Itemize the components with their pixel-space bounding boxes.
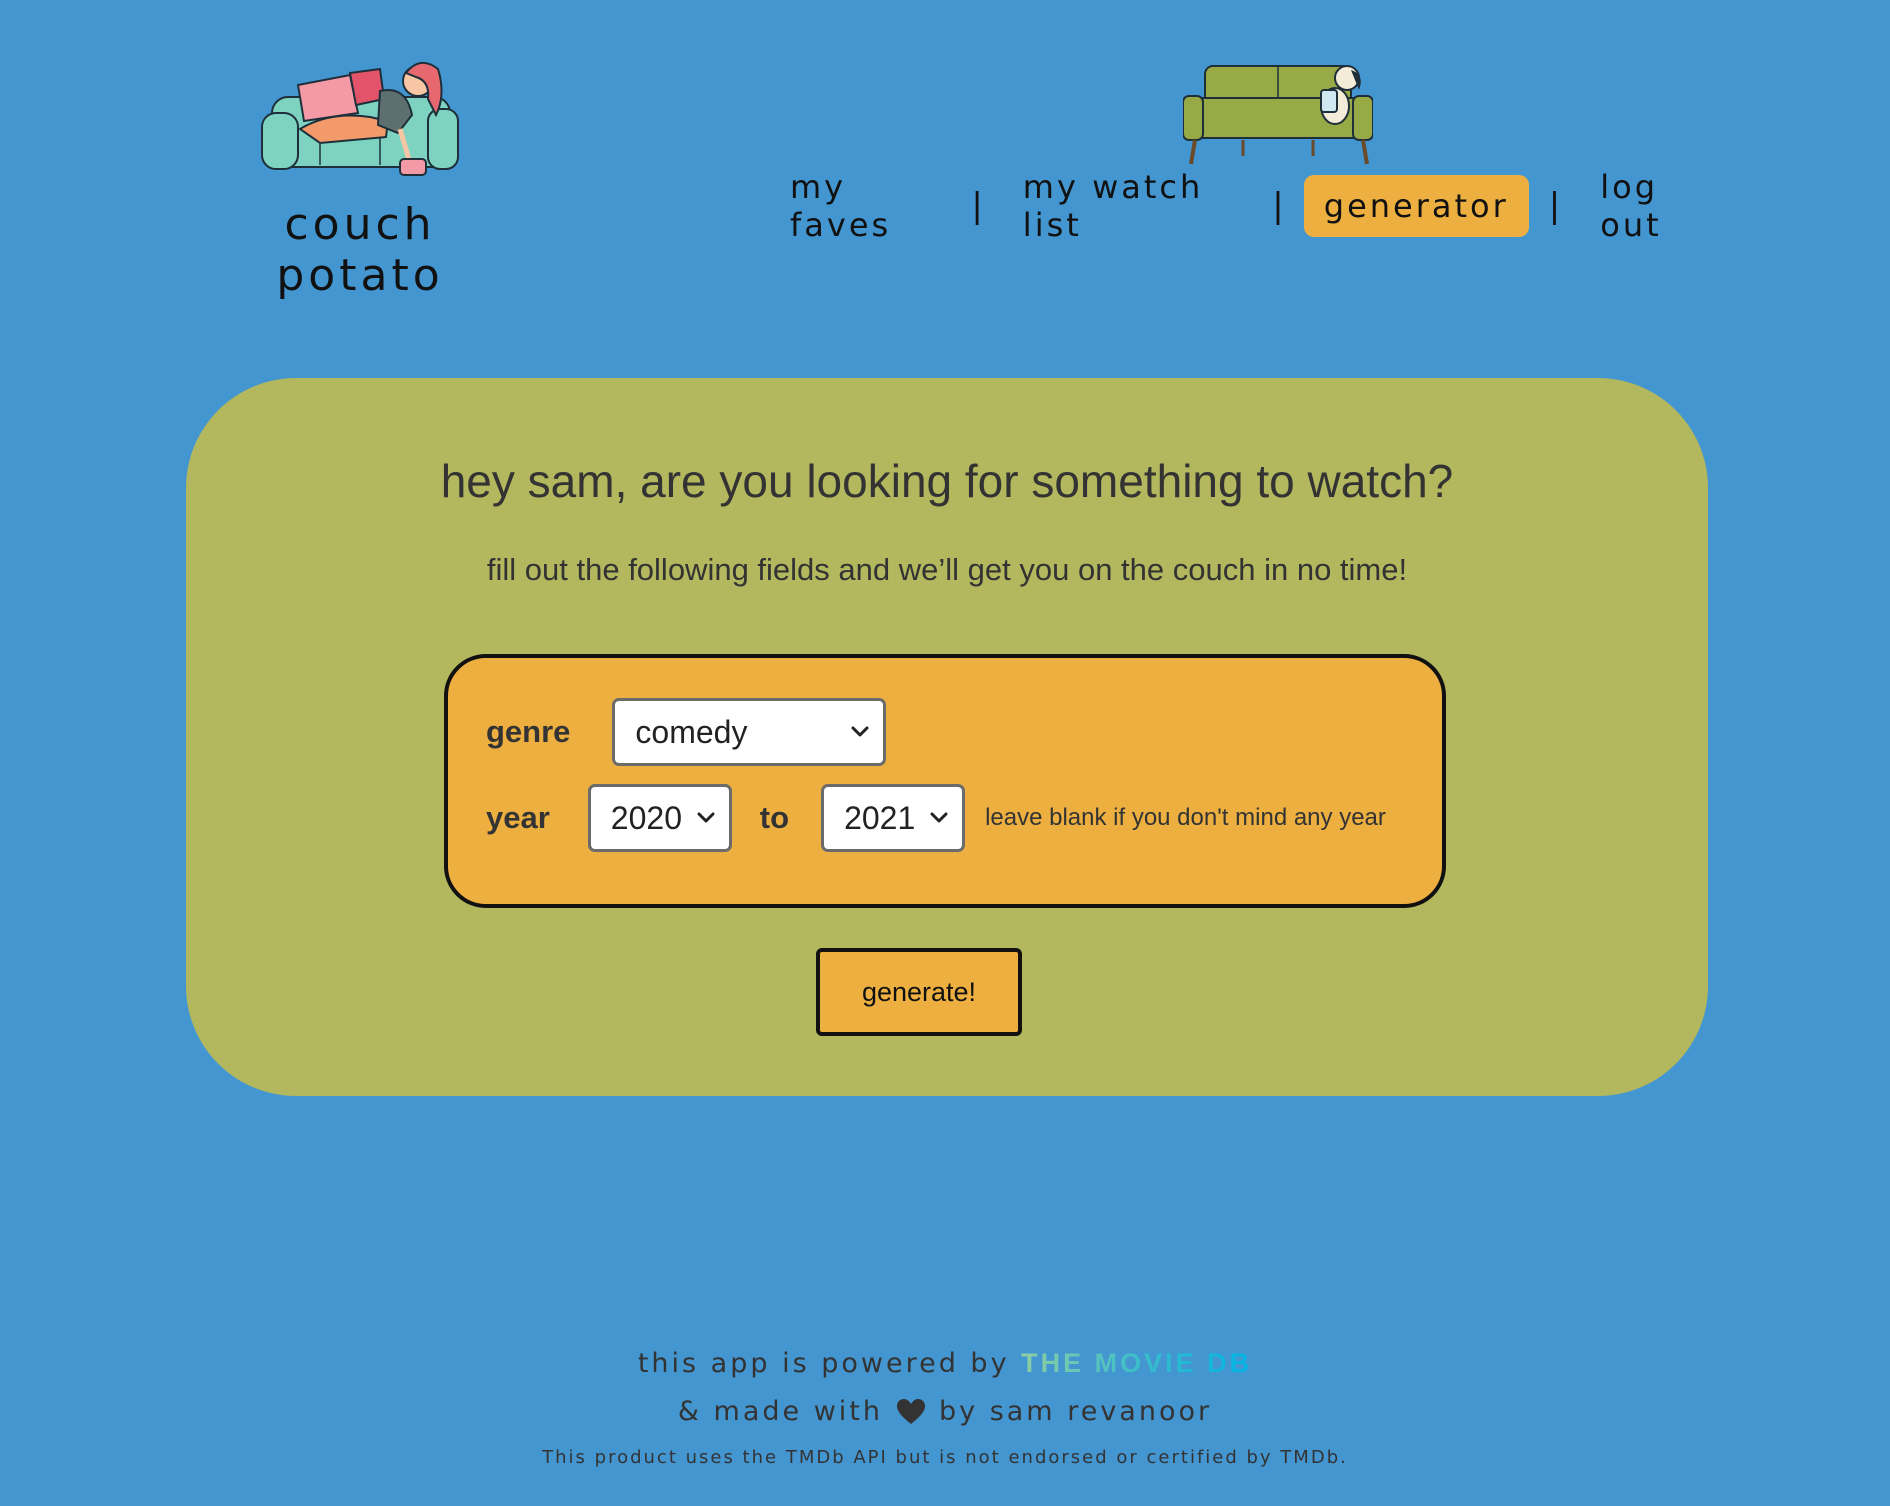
year-to-value: 2021 [844, 799, 916, 836]
main-nav: my faves | my watch list | generator | l… [770, 168, 1730, 244]
year-from-value: 2020 [610, 799, 682, 836]
genre-label: genre [486, 714, 571, 749]
page-subtitle: fill out the following fields and we’ll … [486, 552, 1408, 587]
nav-generator[interactable]: generator [1303, 175, 1529, 237]
brand[interactable]: couch potato [200, 55, 520, 301]
year-hint: leave blank if you don't mind any year [985, 804, 1386, 831]
made-with-text: & made with [677, 1396, 883, 1427]
year-label: year [486, 800, 550, 835]
nav-separator: | [1548, 186, 1561, 226]
footer-disclaimer: This product uses the TMDb API but is no… [542, 1447, 1348, 1468]
genre-select-value: comedy [635, 713, 748, 750]
powered-by-text: this app is powered by [637, 1348, 1010, 1379]
page-title: hey sam, are you looking for something t… [440, 455, 1454, 507]
year-from-select[interactable]: 2020 [587, 784, 732, 852]
chevron-down-icon [930, 812, 948, 823]
generator-card: hey sam, are you looking for something t… [186, 378, 1708, 1096]
footer-powered-by: this app is powered by THE MOVIE DB [0, 1348, 1890, 1388]
nav-separator: | [1272, 186, 1284, 226]
brand-name[interactable]: couch potato [200, 199, 520, 301]
tmdb-logo-link[interactable]: THE MOVIE DB [1021, 1348, 1252, 1378]
to-label: to [759, 800, 790, 835]
generate-button[interactable]: generate! [816, 948, 1022, 1036]
year-to-select[interactable]: 2021 [821, 784, 966, 852]
nav-my-watch-list[interactable]: my watch list [1003, 156, 1253, 256]
author-text: by sam revanoor [939, 1396, 1213, 1427]
heart-icon [897, 1398, 925, 1424]
genre-row: genre comedy [486, 698, 887, 766]
dog-on-couch-illustration [1183, 65, 1373, 165]
chevron-down-icon [697, 812, 715, 823]
nav-separator: | [971, 186, 983, 226]
genre-select[interactable]: comedy [612, 698, 887, 766]
nav-log-out[interactable]: log out [1580, 156, 1730, 256]
generator-form: genre comedy year 2020 to 2021 leave bla… [444, 654, 1446, 908]
year-row: year 2020 to 2021 leave blank if you don… [486, 784, 1386, 852]
nav-my-faves[interactable]: my faves [770, 156, 951, 256]
couch-potato-illustration [261, 62, 459, 176]
chevron-down-icon [851, 726, 869, 737]
footer-made-with: & made with by sam revanoor [0, 1396, 1890, 1427]
footer: this app is powered by THE MOVIE DB & ma… [0, 1348, 1890, 1468]
